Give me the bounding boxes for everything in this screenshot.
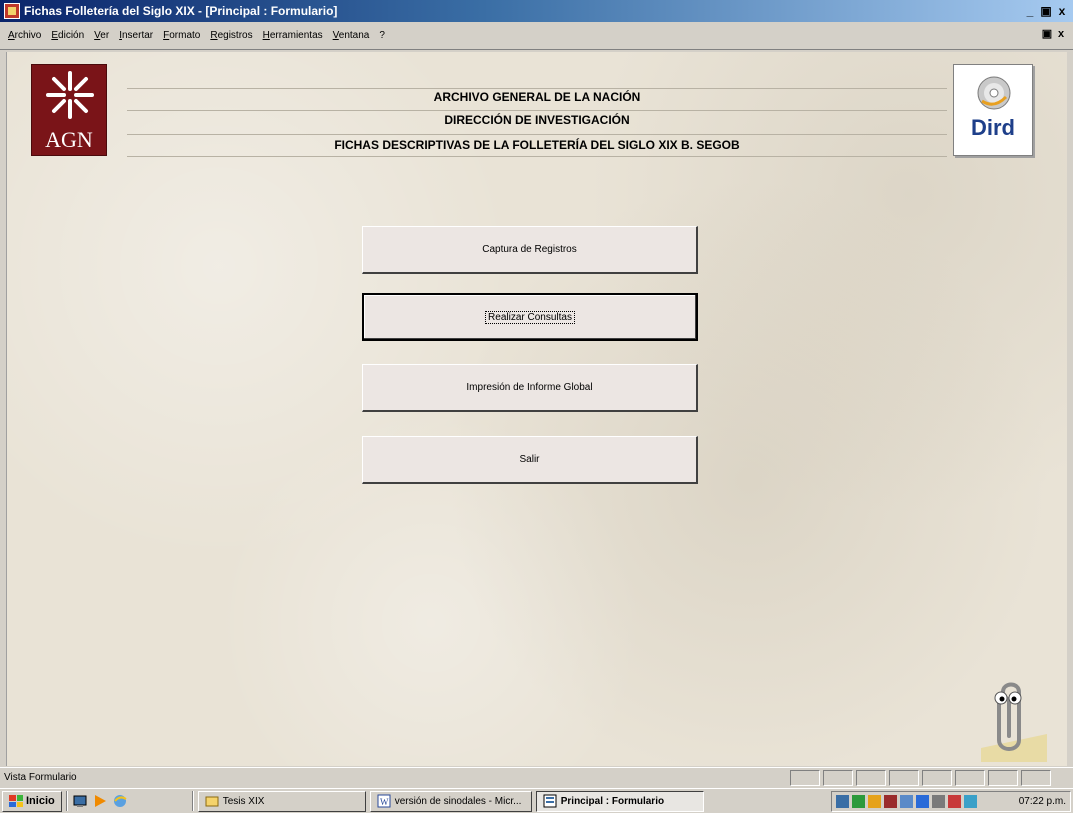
show-desktop-icon[interactable] [72,793,88,809]
internet-explorer-icon[interactable] [112,793,128,809]
network-icon[interactable] [836,794,849,808]
agn-star-icon [46,71,94,119]
menu-registros[interactable]: Registros [210,30,252,41]
media-player-icon[interactable] [92,793,108,809]
tray-app-icon[interactable] [948,794,961,808]
messenger-icon[interactable] [900,794,913,808]
main-form: AGN ARCHIVO GENERAL DE LA NACIÓN DIRECCI… [6,52,1067,766]
exit-button[interactable]: Salir [362,436,698,484]
menu-herramientas[interactable]: Herramientas [263,30,323,41]
start-label: Inicio [26,795,55,807]
dird-disc-icon [977,76,1011,110]
task-word-document[interactable]: W versión de sinodales - Micr... [369,790,532,812]
tray-app-icon[interactable] [932,794,945,808]
document-window-controls: ▣ x [1041,28,1067,40]
query-records-label: Realizar Consultas [485,310,575,324]
status-panel [1021,769,1051,786]
start-button[interactable]: Inicio [2,790,62,812]
status-panel [823,769,853,786]
task-tesis-xix[interactable]: Tesis XIX [197,790,366,812]
svg-text:W: W [380,797,389,807]
header-title-2: DIRECCIÓN DE INVESTIGACIÓN [444,113,630,127]
monitor-icon[interactable] [916,794,929,808]
taskbar: Inicio Tesis XIX W versión de sinodales … [0,788,1073,813]
menu-bar: Archivo Edición Ver Insertar Formato Reg… [0,22,1073,50]
menu-ver[interactable]: Ver [94,30,109,41]
header-title-1: ARCHIVO GENERAL DE LA NACIÓN [433,90,641,104]
menu-insertar[interactable]: Insertar [119,30,153,41]
query-records-button[interactable]: Realizar Consultas [362,293,698,341]
menu-ventana[interactable]: Ventana [333,30,370,41]
task-label: versión de sinodales - Micr... [394,795,522,807]
agn-logo: AGN [31,64,107,156]
task-principal-form[interactable]: Principal : Formulario [535,790,704,812]
status-panel [856,769,886,786]
print-report-label: Impresión de Informe Global [466,382,593,393]
tray-app-icon[interactable] [964,794,977,808]
status-panel [988,769,1018,786]
capture-records-label: Captura de Registros [482,244,577,255]
window-controls: _ ▣ x [1023,4,1069,18]
window-title: Fichas Folletería del Siglo XIX - [Princ… [24,4,338,18]
header-divider [127,156,947,157]
exit-label: Salir [519,454,540,465]
status-bar: Vista Formulario [0,767,1073,787]
dird-logo: Dird [953,64,1033,156]
header-divider [127,88,947,89]
dird-logo-text: Dird [971,115,1015,140]
capture-records-button[interactable]: Captura de Registros [362,226,698,274]
word-document-icon: W [377,794,391,808]
print-report-button[interactable]: Impresión de Informe Global [362,364,698,412]
status-panel [889,769,919,786]
office-assistant-clippy-icon[interactable] [973,678,1053,764]
header-title-3: FICHAS DESCRIPTIVAS DE LA FOLLETERÍA DEL… [334,138,740,152]
maximize-button[interactable]: ▣ [1039,4,1053,18]
menu-archivo[interactable]: Archivo [8,30,41,41]
minimize-button[interactable]: _ [1023,4,1037,18]
menu-help[interactable]: ? [379,30,385,41]
task-label: Tesis XIX [222,795,265,807]
taskbar-separator [191,791,194,811]
header-divider [127,110,947,111]
status-text: Vista Formulario [4,772,77,783]
windows-logo-icon [9,795,23,807]
title-bar: Fichas Folletería del Siglo XIX - [Princ… [0,0,1073,22]
status-panel [955,769,985,786]
menu-formato[interactable]: Formato [163,30,200,41]
status-panel [922,769,952,786]
antivirus-icon[interactable] [884,794,897,808]
volume-icon[interactable] [868,794,881,808]
clock[interactable]: 07:22 p.m. [1019,796,1066,807]
document-restore-button[interactable]: ▣ [1041,28,1053,40]
header-divider [127,134,947,135]
folder-icon [205,796,219,807]
menu-edicion[interactable]: Edición [51,30,84,41]
status-panel [790,769,820,786]
close-button[interactable]: x [1055,4,1069,18]
access-form-icon [543,794,557,808]
tray-app-icon[interactable] [852,794,865,808]
access-app-icon[interactable] [4,3,20,19]
system-tray: 07:22 p.m. [831,790,1071,812]
status-panels [790,769,1051,786]
task-label: Principal : Formulario [560,795,665,807]
agn-logo-text: AGN [45,127,93,152]
document-close-button[interactable]: x [1055,28,1067,40]
taskbar-separator [65,791,68,811]
